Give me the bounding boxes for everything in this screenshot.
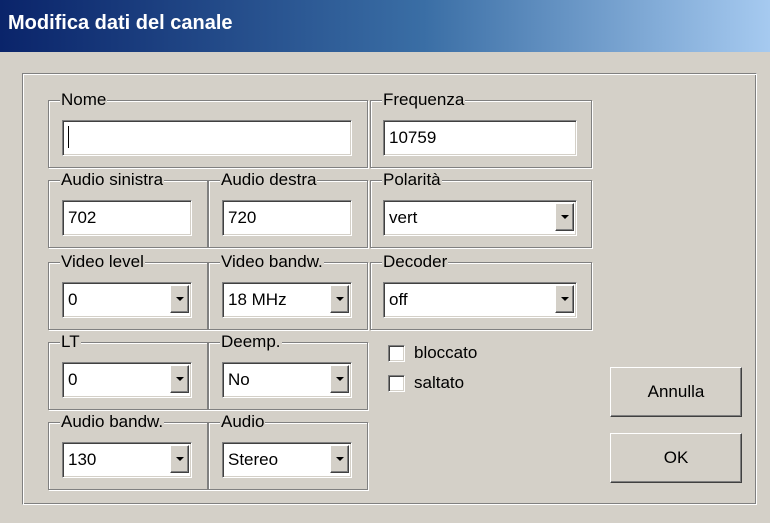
audio-label: Audio bbox=[220, 412, 266, 432]
nome-label: Nome bbox=[60, 90, 108, 110]
chevron-down-icon[interactable] bbox=[330, 445, 349, 473]
frequenza-label: Frequenza bbox=[382, 90, 466, 110]
video-bandw-select[interactable]: 18 MHz bbox=[222, 282, 352, 318]
chevron-down-icon[interactable] bbox=[170, 285, 189, 313]
saltato-label[interactable]: saltato bbox=[414, 373, 464, 393]
audio-bandw-select[interactable]: 130 bbox=[62, 442, 192, 478]
bloccato-label[interactable]: bloccato bbox=[414, 343, 477, 363]
deemp-value: No bbox=[228, 370, 250, 389]
nome-input[interactable] bbox=[62, 120, 352, 156]
lt-value: 0 bbox=[68, 370, 78, 389]
chevron-down-icon[interactable] bbox=[555, 285, 574, 313]
title-bar[interactable]: Modifica dati del canale bbox=[0, 0, 770, 52]
video-level-select[interactable]: 0 bbox=[62, 282, 192, 318]
polarita-value: vert bbox=[389, 208, 418, 227]
audio-bandw-label: Audio bandw. bbox=[60, 412, 165, 432]
audio-bandw-value: 130 bbox=[68, 450, 97, 469]
chevron-down-icon[interactable] bbox=[170, 445, 189, 473]
deemp-label: Deemp. bbox=[220, 332, 282, 352]
video-bandw-value: 18 MHz bbox=[228, 290, 287, 309]
video-level-value: 0 bbox=[68, 290, 78, 309]
ok-button[interactable]: OK bbox=[610, 433, 742, 483]
lt-select[interactable]: 0 bbox=[62, 362, 192, 398]
audio-destra-input[interactable]: 720 bbox=[222, 200, 352, 236]
annulla-button[interactable]: Annulla bbox=[610, 367, 742, 417]
chevron-down-icon[interactable] bbox=[330, 285, 349, 313]
window-title: Modifica dati del canale bbox=[8, 12, 233, 34]
saltato-checkbox[interactable] bbox=[388, 375, 405, 392]
bloccato-checkbox[interactable] bbox=[388, 345, 405, 362]
lt-label: LT bbox=[60, 332, 81, 352]
chevron-down-icon[interactable] bbox=[555, 203, 574, 231]
video-bandw-label: Video bandw. bbox=[220, 252, 324, 272]
text-caret bbox=[68, 126, 69, 149]
polarita-select[interactable]: vert bbox=[383, 200, 577, 236]
deemp-select[interactable]: No bbox=[222, 362, 352, 398]
audio-sinistra-label: Audio sinistra bbox=[60, 170, 165, 190]
decoder-select[interactable]: off bbox=[383, 282, 577, 318]
decoder-label: Decoder bbox=[382, 252, 449, 272]
audio-sinistra-input[interactable]: 702 bbox=[62, 200, 192, 236]
video-level-label: Video level bbox=[60, 252, 145, 272]
chevron-down-icon[interactable] bbox=[170, 365, 189, 393]
audio-destra-label: Audio destra bbox=[220, 170, 318, 190]
frequenza-input[interactable]: 10759 bbox=[383, 120, 577, 156]
audio-value: Stereo bbox=[228, 450, 279, 469]
decoder-value: off bbox=[389, 290, 408, 309]
audio-select[interactable]: Stereo bbox=[222, 442, 352, 478]
chevron-down-icon[interactable] bbox=[330, 365, 349, 393]
polarita-label: Polarità bbox=[382, 170, 442, 190]
